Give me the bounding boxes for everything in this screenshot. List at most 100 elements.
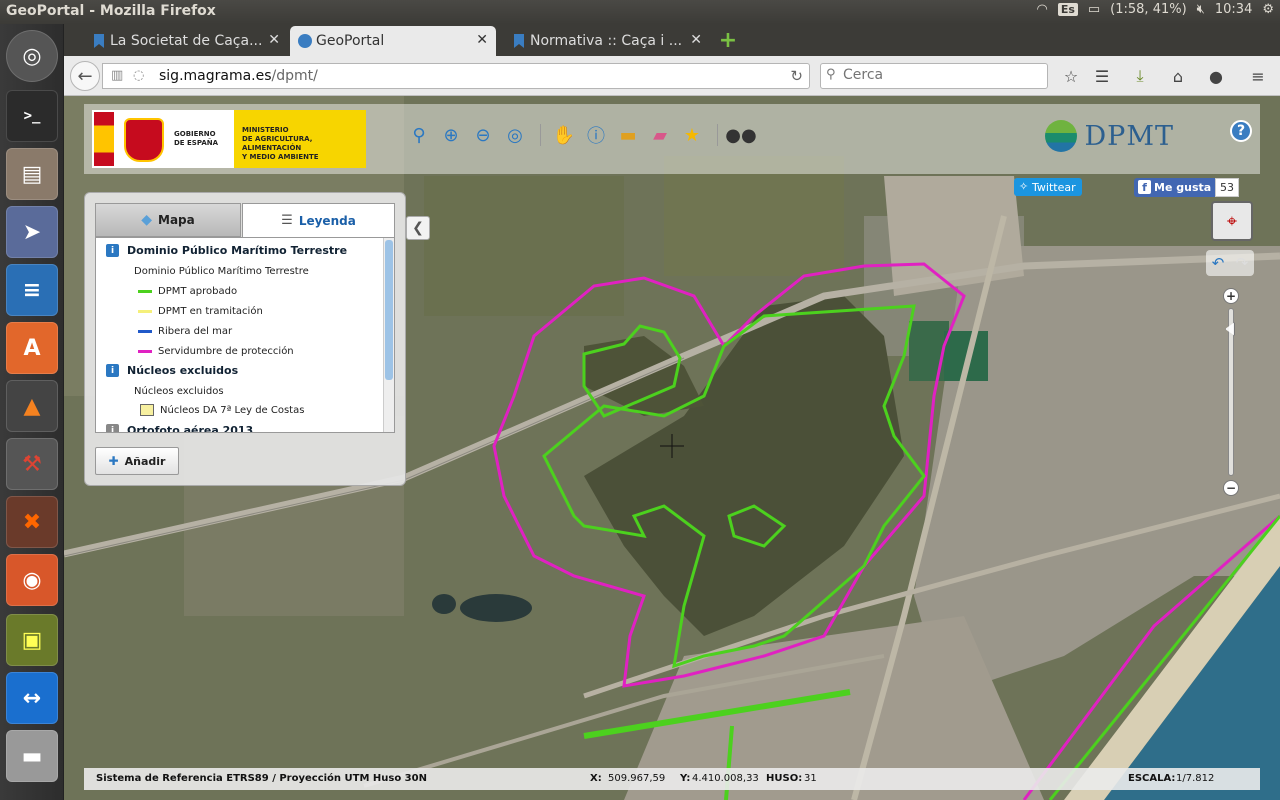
zoom-out-icon[interactable]: ⊖ [468, 120, 498, 150]
history-controls: ↶ ↷ [1206, 250, 1254, 276]
legend-header[interactable]: i Ortofoto aérea 2013 [106, 424, 253, 432]
close-tab-icon[interactable]: ✕ [268, 32, 280, 48]
twitter-share-button[interactable]: ✧ Twittear [1014, 178, 1082, 196]
app-icon[interactable]: ✖ [6, 496, 58, 548]
window-title: GeoPortal - Mozilla Firefox [6, 3, 216, 19]
crosshair-icon: ⌖ [1226, 210, 1238, 232]
ubuntu-icon[interactable]: ◎ [6, 30, 58, 82]
polygon-swatch [140, 404, 154, 416]
search-icon: ⚲ [826, 67, 836, 82]
tab-normativa[interactable]: Normativa :: Caça i ... ✕ [504, 26, 710, 56]
settings-icon[interactable]: ⚒ [6, 438, 58, 490]
keyboard-layout[interactable]: Es [1057, 3, 1078, 16]
y-label: Y: [680, 773, 691, 784]
package-icon[interactable]: ▣ [6, 614, 58, 666]
close-tab-icon[interactable]: ✕ [476, 32, 488, 48]
info-icon[interactable]: i [106, 364, 119, 377]
desktop-icon[interactable]: ➤ [6, 206, 58, 258]
overview-map-button[interactable]: ⌖ [1211, 201, 1253, 241]
search-bar[interactable]: ⚲ [820, 63, 1048, 89]
app-header: GOBIERNO DE ESPAÑA MINISTERIO DE AGRICULTU… [84, 104, 1260, 174]
add-layer-icon: ✚ [108, 454, 119, 468]
writer-icon[interactable]: ≡ [6, 264, 58, 316]
globe-icon[interactable]: ◌ [133, 68, 144, 83]
favorite-star-icon[interactable]: ★ [677, 120, 707, 150]
scale-label: ESCALA: [1128, 773, 1176, 784]
collapse-panel-button[interactable]: ❮ [406, 216, 430, 240]
zoom-slider[interactable]: + − [1222, 286, 1240, 500]
tab-societat[interactable]: La Societat de Caça... ✕ [84, 26, 288, 56]
search-input[interactable] [843, 67, 1043, 83]
clock[interactable]: 10:34 [1215, 2, 1252, 17]
bookmarks-list-icon[interactable]: ☰ [1090, 65, 1114, 87]
legend-subheader: Dominio Público Marítimo Terrestre [134, 266, 309, 277]
x-label: X: [590, 773, 602, 784]
ministry-line1: MINISTERIO [242, 126, 289, 134]
url-bar[interactable]: ▥ ◌ sig.magrama.es/dpmt/ ↻ [102, 63, 810, 89]
chat-icon[interactable]: ● [1204, 65, 1228, 87]
tab-mapa[interactable]: ◆ Mapa [95, 203, 241, 237]
firefox-icon[interactable]: ◉ [6, 554, 58, 606]
battery-status[interactable]: (1:58, 41%) [1110, 2, 1187, 17]
zoom-extent-icon[interactable]: ◎ [500, 120, 530, 150]
zoom-box-icon[interactable]: ⚲ [404, 120, 434, 150]
ministry-line2: DE AGRICULTURA, ALIMENTACIÓN [242, 135, 313, 152]
new-tab-icon[interactable]: + [716, 28, 740, 53]
facebook-icon: f [1138, 180, 1151, 194]
volume-muted-icon[interactable]: 🔇︎ [1197, 2, 1205, 17]
drive-icon[interactable]: ▬ [6, 730, 58, 782]
info-icon[interactable]: i [106, 244, 119, 257]
toolbar-divider [717, 124, 718, 146]
tab-geoportal[interactable]: GeoPortal ✕ [290, 26, 496, 56]
vlc-icon[interactable]: ▲ [6, 380, 58, 432]
reload-icon[interactable]: ↻ [790, 67, 803, 85]
line-swatch [138, 350, 152, 353]
legend-list[interactable]: i Dominio Público Marítimo Terrestre Domi… [95, 237, 395, 433]
huso-label: HUSO: [766, 773, 803, 784]
battery-icon[interactable]: ▭ [1088, 2, 1100, 17]
zoom-out-button[interactable]: − [1223, 480, 1239, 496]
teamviewer-icon[interactable]: ↔ [6, 672, 58, 724]
close-tab-icon[interactable]: ✕ [690, 32, 702, 48]
redo-icon[interactable]: ↷ [1236, 254, 1249, 272]
search-binoculars-icon[interactable]: ●● [725, 120, 756, 150]
reader-icon[interactable]: ▥ [111, 68, 123, 83]
info-icon[interactable]: i [106, 424, 119, 432]
screen: GeoPortal - Mozilla Firefox ◠ Es ▭ (1:58… [0, 0, 1280, 800]
legend-item: Ribera del mar [138, 326, 232, 337]
eraser-icon[interactable]: ▰ [645, 120, 675, 150]
download-icon[interactable]: ⤓ [1128, 65, 1152, 87]
url-text[interactable]: sig.magrama.es/dpmt/ [159, 68, 318, 84]
legend-scrollbar[interactable] [383, 238, 394, 432]
undo-icon[interactable]: ↶ [1212, 254, 1225, 272]
identify-info-icon[interactable]: ⓘ [581, 120, 611, 150]
terminal-icon[interactable]: >_ [6, 90, 58, 142]
legend-header[interactable]: i Dominio Público Marítimo Terrestre [106, 244, 347, 257]
back-button[interactable]: ← [70, 61, 100, 91]
home-icon[interactable]: ⌂ [1166, 65, 1190, 87]
legend-scrollbar-thumb[interactable] [385, 240, 393, 380]
map-toolbar: ⚲ ⊕ ⊖ ◎ ✋ ⓘ ▬ ▰ ★ ●● [404, 120, 758, 150]
line-swatch [138, 290, 152, 293]
pan-hand-icon[interactable]: ✋ [549, 120, 579, 150]
legend-header[interactable]: i Núcleos excluidos [106, 364, 238, 377]
menu-icon[interactable]: ≡ [1246, 65, 1270, 87]
bookmark-star-icon[interactable]: ☆ [1059, 65, 1083, 87]
measure-ruler-icon[interactable]: ▬ [613, 120, 643, 150]
zoom-in-button[interactable]: + [1223, 288, 1239, 304]
software-center-icon[interactable]: A [6, 322, 58, 374]
legend-list-icon: ☰ [281, 213, 293, 228]
map-viewport[interactable]: GOBIERNO DE ESPAÑA MINISTERIO DE AGRICULTU… [64, 96, 1280, 800]
session-gear-icon[interactable]: ⚙ [1262, 2, 1274, 17]
zoom-in-icon[interactable]: ⊕ [436, 120, 466, 150]
legend-item: Servidumbre de protección [138, 346, 294, 357]
facebook-like-button[interactable]: f Me gusta [1134, 178, 1218, 197]
dpmt-wave-icon [1044, 120, 1077, 152]
add-layer-button[interactable]: ✚ Añadir [95, 447, 179, 475]
files-icon[interactable]: ▤ [6, 148, 58, 200]
scale-value: 1/7.812 [1176, 773, 1215, 784]
tab-leyenda[interactable]: ☰ Leyenda [242, 203, 395, 237]
help-button[interactable]: ? [1230, 120, 1252, 142]
wifi-icon[interactable]: ◠ [1036, 2, 1047, 17]
reference-system: Sistema de Referencia ETRS89 / Proyecció… [96, 773, 427, 784]
